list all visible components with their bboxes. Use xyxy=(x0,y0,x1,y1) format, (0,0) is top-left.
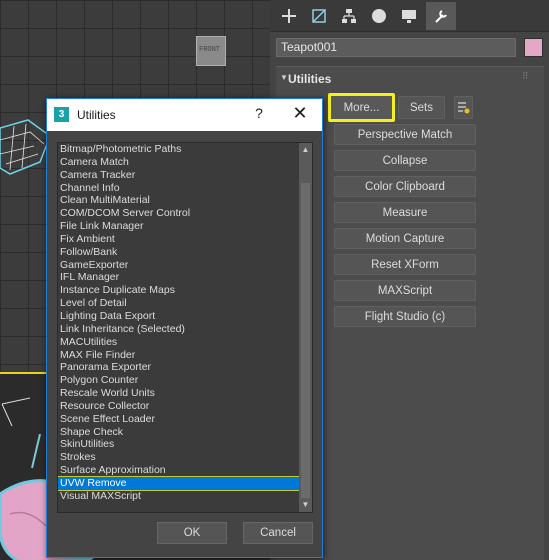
reset-xform-button[interactable]: Reset XForm xyxy=(334,254,476,275)
viewcube[interactable]: FRONT xyxy=(196,36,226,66)
list-item[interactable]: Shape Check xyxy=(58,426,299,439)
dialog-titlebar[interactable]: 3 Utilities ? ✕ xyxy=(47,99,322,131)
motion-icon[interactable] xyxy=(364,2,394,30)
display-icon[interactable] xyxy=(394,2,424,30)
list-item[interactable]: Instance Duplicate Maps xyxy=(58,284,299,297)
list-item[interactable]: Bitmap/Photometric Paths xyxy=(58,143,299,156)
flight-studio-button[interactable]: Flight Studio (c) xyxy=(334,306,476,327)
list-item[interactable]: Surface Approximation xyxy=(58,464,299,477)
list-item[interactable]: MACUtilities xyxy=(58,336,299,349)
scroll-up-icon[interactable]: ▲ xyxy=(299,143,312,157)
list-item[interactable]: Link Inheritance (Selected) xyxy=(58,323,299,336)
list-item[interactable]: COM/DCOM Server Control xyxy=(58,207,299,220)
utilities-dialog: 3 Utilities ? ✕ Bitmap/Photometric Paths… xyxy=(46,98,323,558)
collapse-button[interactable]: Collapse xyxy=(334,150,476,171)
rollout-title[interactable]: Utilities xyxy=(288,72,331,86)
utilities-list-items: Bitmap/Photometric Paths Camera Match Came… xyxy=(58,143,299,512)
object-color-swatch[interactable] xyxy=(524,38,543,57)
cancel-button[interactable]: Cancel xyxy=(243,522,313,544)
color-clipboard-button[interactable]: Color Clipboard xyxy=(334,176,476,197)
list-item[interactable]: UVW Remove xyxy=(58,475,299,491)
object-name-field[interactable]: Teapot001 xyxy=(276,38,516,57)
help-button[interactable]: ? xyxy=(247,105,271,125)
perspective-match-button[interactable]: Perspective Match xyxy=(334,124,476,145)
sets-button[interactable]: Sets xyxy=(398,96,445,119)
modify-icon[interactable] xyxy=(304,2,334,30)
command-panel-tabs xyxy=(270,0,549,32)
configure-sets-icon[interactable] xyxy=(454,96,473,119)
transform-gizmo xyxy=(1,397,31,427)
rollout-collapse-icon[interactable]: ▼ xyxy=(280,73,288,82)
create-plus-icon[interactable] xyxy=(274,2,304,30)
close-icon[interactable]: ✕ xyxy=(287,103,313,125)
hierarchy-icon[interactable] xyxy=(334,2,364,30)
list-item[interactable]: Rescale World Units xyxy=(58,387,299,400)
list-item[interactable]: Fix Ambient xyxy=(58,233,299,246)
maxscript-button[interactable]: MAXScript xyxy=(334,280,476,301)
list-item[interactable]: Camera Tracker xyxy=(58,169,299,182)
list-item[interactable]: Resource Collector xyxy=(58,400,299,413)
list-item[interactable]: Level of Detail xyxy=(58,297,299,310)
rollout-grip-icon[interactable]: ⠿ xyxy=(522,71,529,82)
utilities-list[interactable]: Bitmap/Photometric Paths Camera Match Came… xyxy=(57,142,313,513)
viewcube-label: FRONT xyxy=(199,46,221,54)
list-item[interactable]: GameExporter xyxy=(58,259,299,272)
list-item[interactable]: Strokes xyxy=(58,451,299,464)
app-logo-icon: 3 xyxy=(54,107,69,122)
list-item[interactable]: Follow/Bank xyxy=(58,246,299,259)
list-scrollbar[interactable]: ▲ ▼ xyxy=(299,143,312,512)
list-item[interactable]: MAX File Finder xyxy=(58,349,299,362)
list-item[interactable]: Visual MAXScript xyxy=(58,490,299,503)
motion-capture-button[interactable]: Motion Capture xyxy=(334,228,476,249)
utilities-wrench-icon[interactable] xyxy=(426,2,456,30)
measure-button[interactable]: Measure xyxy=(334,202,476,223)
dialog-title: Utilities xyxy=(77,108,116,122)
ok-button[interactable]: OK xyxy=(157,522,227,544)
list-item[interactable]: File Link Manager xyxy=(58,220,299,233)
list-item[interactable]: Scene Effect Loader xyxy=(58,413,299,426)
list-item[interactable]: SkinUtilities xyxy=(58,438,299,451)
scroll-thumb[interactable] xyxy=(301,183,310,498)
list-item[interactable]: Channel Info xyxy=(58,182,299,195)
scroll-down-icon[interactable]: ▼ xyxy=(299,498,312,512)
list-item[interactable]: IFL Manager xyxy=(58,271,299,284)
more-button[interactable]: More... xyxy=(328,93,395,122)
list-item[interactable]: Panorama Exporter xyxy=(58,361,299,374)
list-item[interactable]: Polygon Counter xyxy=(58,374,299,387)
list-item[interactable]: Lighting Data Export xyxy=(58,310,299,323)
list-item[interactable]: Clean MultiMaterial xyxy=(58,194,299,207)
list-item[interactable]: Camera Match xyxy=(58,156,299,169)
